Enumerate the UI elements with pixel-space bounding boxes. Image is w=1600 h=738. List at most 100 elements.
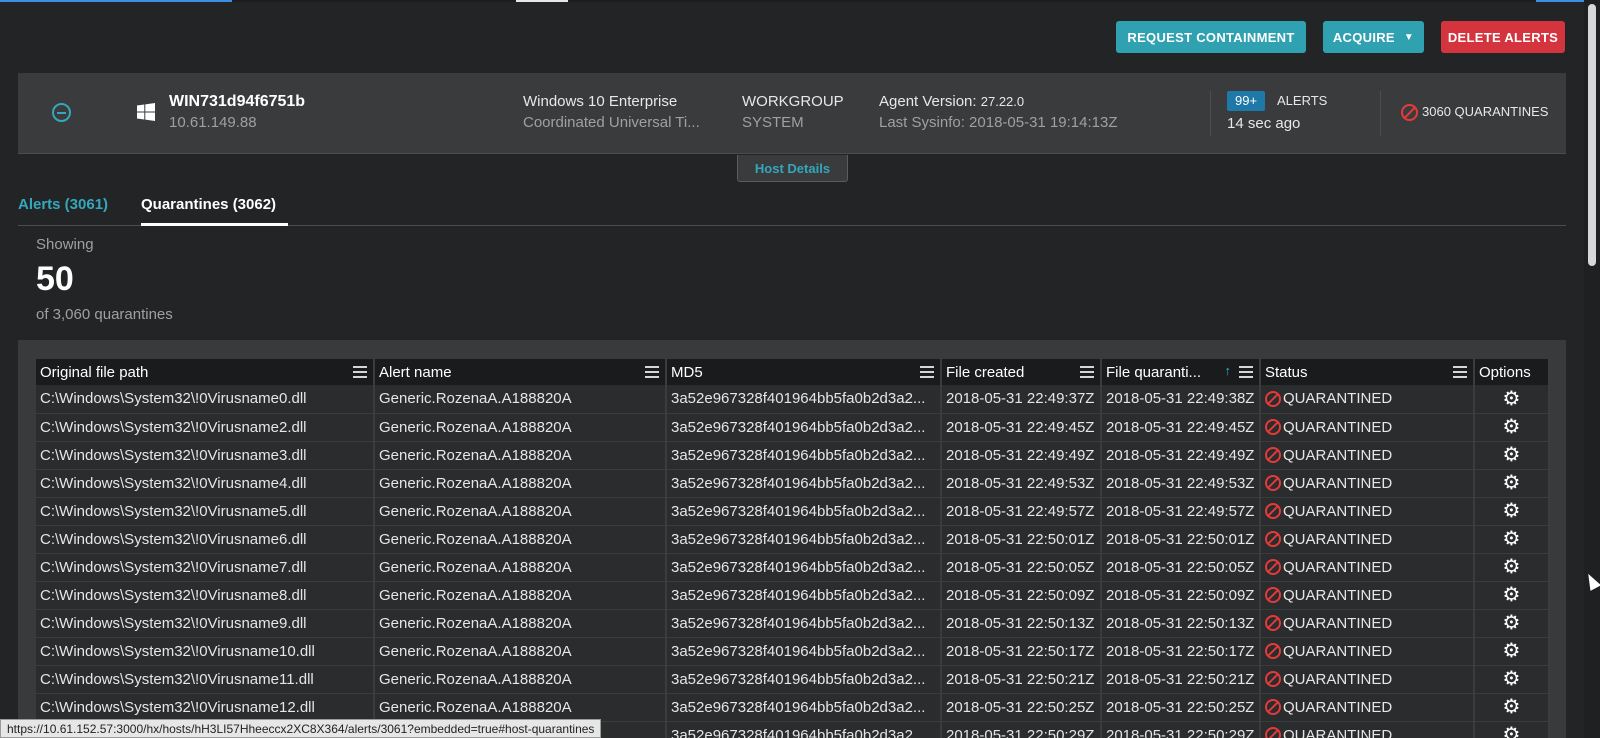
cell-status: QUARANTINED xyxy=(1260,497,1475,526)
column-label: File created xyxy=(946,363,1025,381)
host-details-button[interactable]: Host Details xyxy=(737,155,848,182)
gear-icon[interactable]: ⚙ xyxy=(1503,472,1521,494)
cell-alert-name: Generic.RozenaA.A188820A xyxy=(374,469,667,498)
stop-icon xyxy=(1265,503,1281,519)
cell-status: QUARANTINED xyxy=(1260,385,1475,414)
scrollbar-thumb[interactable] xyxy=(1588,4,1596,266)
gear-icon[interactable]: ⚙ xyxy=(1503,612,1521,634)
status-text: QUARANTINED xyxy=(1283,614,1393,632)
stop-icon xyxy=(1265,447,1281,463)
cell-file-path: C:\Windows\System32\!0Virusname8.dll xyxy=(36,581,375,610)
request-containment-button[interactable]: REQUEST CONTAINMENT xyxy=(1116,21,1306,53)
delete-alerts-button[interactable]: DELETE ALERTS xyxy=(1441,21,1565,53)
gear-icon[interactable]: ⚙ xyxy=(1503,500,1521,522)
menu-icon[interactable] xyxy=(920,366,934,378)
status-text: QUARANTINED xyxy=(1283,558,1393,576)
status-text: QUARANTINED xyxy=(1283,390,1393,408)
cell-options: ⚙ xyxy=(1474,553,1550,582)
gear-icon[interactable]: ⚙ xyxy=(1503,528,1521,550)
cell-md5: 3a52e967328f401964bb5fa0b2d3a2... xyxy=(666,469,942,498)
cell-md5: 3a52e967328f401964bb5fa0b2d3a2... xyxy=(666,665,942,694)
status-content: QUARANTINED xyxy=(1265,390,1469,407)
cell-file-created: 2018-05-31 22:50:21Z xyxy=(941,665,1102,694)
stop-icon xyxy=(1401,104,1418,121)
cell-md5: 3a52e967328f401964bb5fa0b2d3a2... xyxy=(666,637,942,666)
table-row[interactable]: C:\Windows\System32\!0Virusname0.dll Gene… xyxy=(36,385,1550,414)
cell-md5: 3a52e967328f401964bb5fa0b2d3a2... xyxy=(666,721,942,738)
host-summary-card: WIN731d94f6751b 10.61.149.88 Windows 10 … xyxy=(18,73,1566,154)
status-content: QUARANTINED xyxy=(1265,699,1469,716)
gear-icon[interactable]: ⚙ xyxy=(1503,696,1521,718)
cell-file-created: 2018-05-31 22:50:25Z xyxy=(941,693,1102,722)
table-row[interactable]: C:\Windows\System32\!0Virusname3.dll Gene… xyxy=(36,441,1550,470)
domain: WORKGROUP xyxy=(742,93,844,110)
cell-file-path: C:\Windows\System32\!0Virusname9.dll xyxy=(36,609,375,638)
menu-icon[interactable] xyxy=(1080,366,1094,378)
gear-icon[interactable]: ⚙ xyxy=(1503,416,1521,438)
column-header-alert-name[interactable]: Alert name xyxy=(374,359,667,385)
alerts-label: ALERTS xyxy=(1277,93,1328,108)
cell-options: ⚙ xyxy=(1474,609,1550,638)
table-row[interactable]: C:\Windows\System32\!0Virusname7.dll Gene… xyxy=(36,553,1550,582)
table-row[interactable]: C:\Windows\System32\!0Virusname8.dll Gene… xyxy=(36,581,1550,610)
column-header-md5[interactable]: MD5 xyxy=(666,359,942,385)
cell-file-quarantined: 2018-05-31 22:49:38Z xyxy=(1101,385,1261,414)
table-row[interactable]: C:\Windows\System32\!0Virusname10.dll Gen… xyxy=(36,637,1550,666)
table-row[interactable]: C:\Windows\System32\!0Virusname6.dll Gene… xyxy=(36,525,1550,554)
status-text: QUARANTINED xyxy=(1283,502,1393,520)
cell-alert-name: Generic.RozenaA.A188820A xyxy=(374,693,667,722)
gear-icon[interactable]: ⚙ xyxy=(1503,584,1521,606)
cell-file-created: 2018-05-31 22:49:45Z xyxy=(941,413,1102,442)
minus-circle-icon[interactable] xyxy=(52,103,71,122)
cell-options: ⚙ xyxy=(1474,581,1550,610)
cell-file-quarantined: 2018-05-31 22:49:49Z xyxy=(1101,441,1261,470)
gear-icon[interactable]: ⚙ xyxy=(1503,640,1521,662)
column-header-file-quarantined[interactable]: File quaranti... ↑ xyxy=(1101,359,1261,385)
showing-total: of 3,060 quarantines xyxy=(36,306,173,323)
table-row[interactable]: C:\Windows\System32\!0Virusname11.dll Gen… xyxy=(36,665,1550,694)
chevron-down-icon: ▼ xyxy=(1403,31,1415,43)
tab-alerts[interactable]: Alerts (3061) xyxy=(18,196,108,213)
menu-icon[interactable] xyxy=(1453,366,1467,378)
menu-icon[interactable] xyxy=(645,366,659,378)
cell-options: ⚙ xyxy=(1474,721,1550,738)
gear-icon[interactable]: ⚙ xyxy=(1503,556,1521,578)
progress-segment xyxy=(516,0,568,2)
cell-status: QUARANTINED xyxy=(1260,665,1475,694)
stop-icon xyxy=(1265,559,1281,575)
agent-version: Agent Version: 27.22.0 xyxy=(879,93,1024,110)
table-row[interactable]: C:\Windows\System32\!0Virusname2.dll Gene… xyxy=(36,413,1550,442)
tab-quarantines[interactable]: Quarantines (3062) xyxy=(141,196,276,213)
cell-md5: 3a52e967328f401964bb5fa0b2d3a2... xyxy=(666,413,942,442)
table-row[interactable]: C:\Windows\System32\!0Virusname5.dll Gene… xyxy=(36,497,1550,526)
gear-icon[interactable]: ⚙ xyxy=(1503,444,1521,466)
cell-status: QUARANTINED xyxy=(1260,637,1475,666)
status-text: QUARANTINED xyxy=(1283,530,1393,548)
acquire-dropdown-button[interactable]: ACQUIRE ▼ xyxy=(1323,21,1424,53)
gear-icon[interactable]: ⚙ xyxy=(1503,388,1521,410)
cell-file-path: C:\Windows\System32\!0Virusname10.dll xyxy=(36,637,375,666)
sort-up-icon[interactable]: ↑ xyxy=(1225,363,1232,378)
table-row[interactable]: C:\Windows\System32\!0Virusname9.dll Gene… xyxy=(36,609,1550,638)
cell-file-quarantined: 2018-05-31 22:49:45Z xyxy=(1101,413,1261,442)
gear-icon[interactable]: ⚙ xyxy=(1503,724,1521,738)
cell-status: QUARANTINED xyxy=(1260,553,1475,582)
cell-file-created: 2018-05-31 22:50:17Z xyxy=(941,637,1102,666)
cell-alert-name: Generic.RozenaA.A188820A xyxy=(374,637,667,666)
cell-file-path: C:\Windows\System32\!0Virusname7.dll xyxy=(36,553,375,582)
column-header-status[interactable]: Status xyxy=(1260,359,1475,385)
column-header-file-created[interactable]: File created xyxy=(941,359,1102,385)
gear-icon[interactable]: ⚙ xyxy=(1503,668,1521,690)
column-header-path[interactable]: Original file path xyxy=(36,359,375,385)
cell-alert-name: Generic.RozenaA.A188820A xyxy=(374,609,667,638)
menu-icon[interactable] xyxy=(353,366,367,378)
table-row[interactable]: C:\Windows\System32\!0Virusname12.dll Gen… xyxy=(36,693,1550,722)
menu-icon[interactable] xyxy=(1239,366,1253,378)
cell-file-path: C:\Windows\System32\!0Virusname11.dll xyxy=(36,665,375,694)
status-text: QUARANTINED xyxy=(1283,474,1393,492)
cell-status: QUARANTINED xyxy=(1260,441,1475,470)
cell-file-quarantined: 2018-05-31 22:50:13Z xyxy=(1101,609,1261,638)
last-alert-time: 14 sec ago xyxy=(1227,115,1301,132)
cell-options: ⚙ xyxy=(1474,525,1550,554)
table-row[interactable]: C:\Windows\System32\!0Virusname4.dll Gene… xyxy=(36,469,1550,498)
